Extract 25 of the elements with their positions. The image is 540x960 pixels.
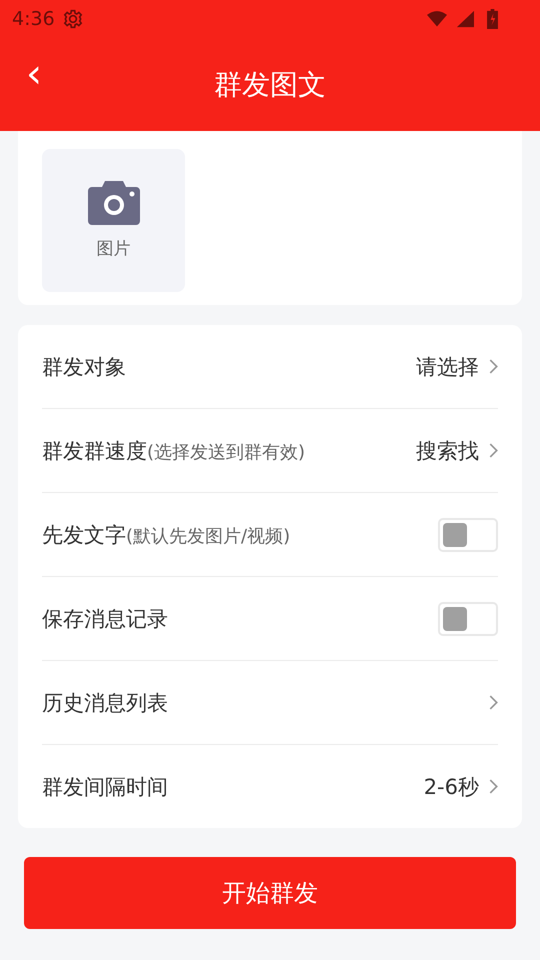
setting-label: 历史消息列表: [42, 690, 169, 716]
signal-icon: [455, 10, 475, 28]
setting-value[interactable]: 2-6秒: [424, 772, 479, 800]
page-title: 群发图文: [214, 66, 326, 102]
toggle-switch[interactable]: [438, 518, 498, 552]
setting-label: 群发对象: [42, 354, 127, 380]
setting-label: 保存消息记录: [42, 606, 169, 632]
back-button[interactable]: ‹: [20, 54, 48, 94]
setting-value[interactable]: 搜索找: [416, 436, 479, 464]
setting-label: 先发文字(默认先发图片/视频): [42, 522, 292, 548]
chevron-right-icon[interactable]: [489, 443, 498, 458]
camera-icon: [88, 181, 140, 225]
battery-icon: [487, 9, 498, 29]
wifi-icon: [427, 10, 447, 28]
start-button[interactable]: 开始群发: [24, 857, 516, 929]
setting-label: 群发群速度(选择发送到群有效): [42, 438, 306, 464]
setting-value[interactable]: 请选择: [416, 352, 479, 380]
setting-label: 群发间隔时间: [42, 774, 169, 800]
toggle-switch[interactable]: [438, 602, 498, 636]
status-time: 4:36: [12, 8, 55, 30]
settings-icon: [62, 9, 83, 29]
chevron-right-icon[interactable]: [489, 695, 498, 710]
chevron-right-icon[interactable]: [489, 359, 498, 374]
chevron-right-icon[interactable]: [489, 779, 498, 794]
add-picture-button[interactable]: 图片: [42, 149, 185, 292]
